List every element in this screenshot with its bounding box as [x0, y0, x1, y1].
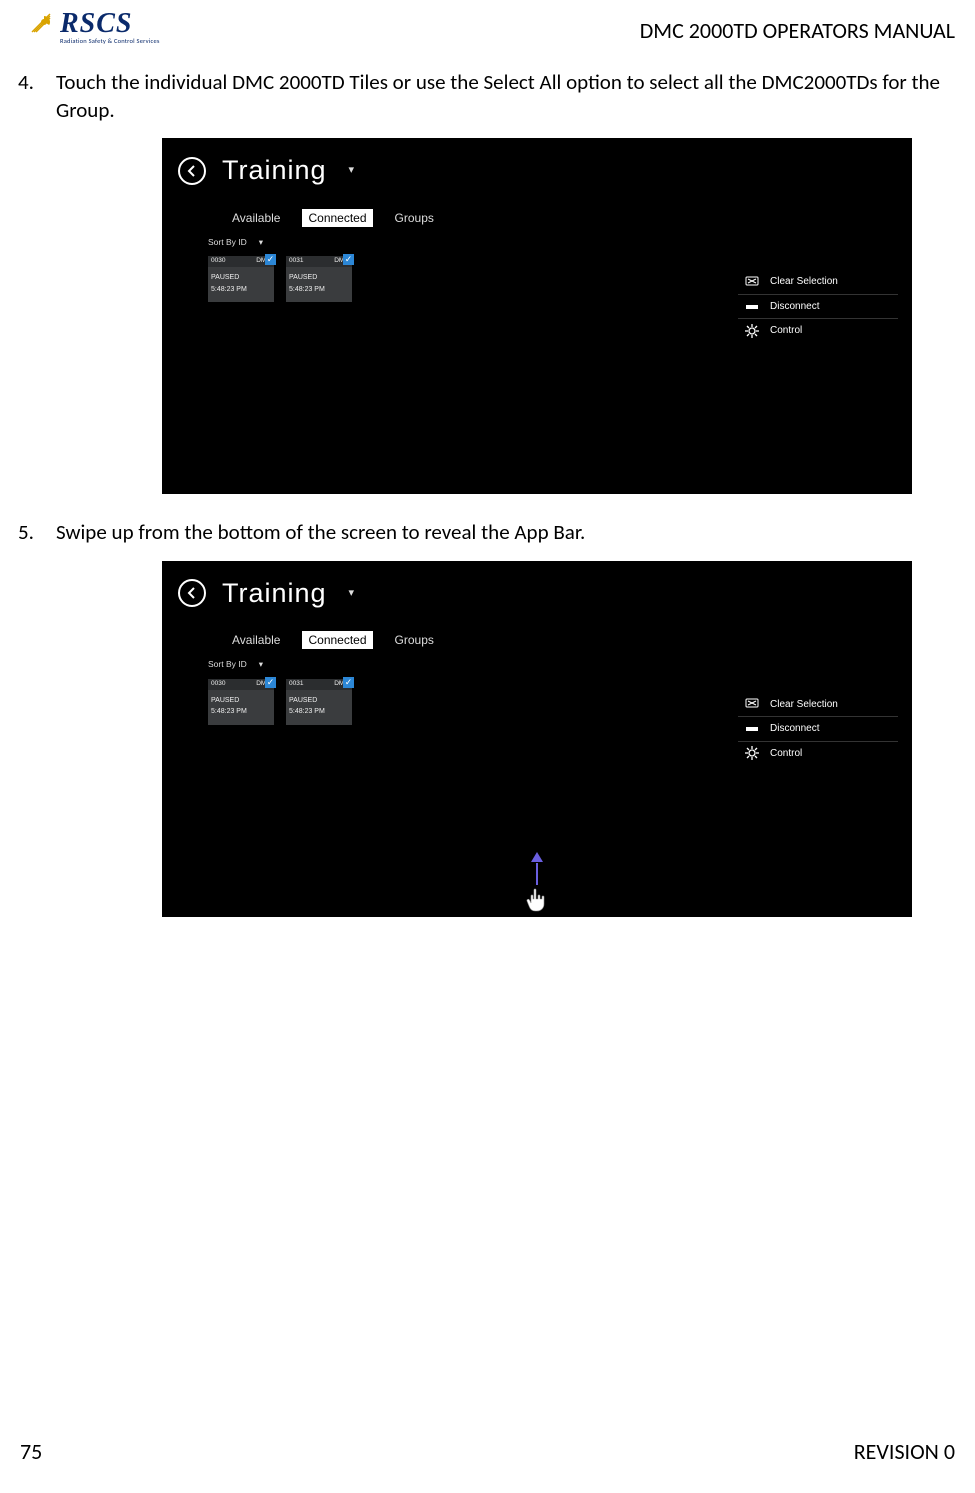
menu-label: Disconnect	[770, 722, 819, 736]
device-tile[interactable]: 0031 DMC ✓ PAUSED 5:48:23 PM	[286, 679, 352, 725]
menu-label: Clear Selection	[770, 698, 838, 712]
device-tile[interactable]: 0030 DMC ✓ PAUSED 5:48:23 PM	[208, 256, 274, 302]
tab-available[interactable]: Available	[232, 632, 280, 648]
tab-groups[interactable]: Groups	[395, 210, 434, 226]
tab-connected[interactable]: Connected	[302, 209, 372, 227]
tile-time: 5:48:23 PM	[286, 285, 352, 296]
chevron-down-icon[interactable]: ▾	[349, 163, 355, 178]
step-list: Touch the individual DMC 2000TD Tiles or…	[18, 68, 957, 917]
tile-status: PAUSED	[208, 690, 274, 707]
chevron-down-icon: ▾	[259, 237, 263, 248]
content: Touch the individual DMC 2000TD Tiles or…	[0, 46, 975, 917]
device-tile[interactable]: 0031 DMC ✓ PAUSED 5:48:23 PM	[286, 256, 352, 302]
check-icon: ✓	[265, 254, 276, 265]
control-button[interactable]: Control	[738, 742, 898, 766]
logo-sub: Radiation Safety & Control Services	[60, 38, 160, 45]
screenshot-1: Training ▾ Available Connected Groups So…	[162, 138, 912, 494]
sort-label: Sort By ID	[208, 237, 247, 248]
screenshot-2: Training ▾ Available Connected Groups So…	[162, 561, 912, 917]
page-number: 75	[20, 1437, 42, 1467]
screen-title: Training	[222, 575, 327, 611]
check-icon: ✓	[265, 677, 276, 688]
tabs: Available Connected Groups	[232, 631, 896, 649]
tile-id: 0030	[211, 680, 225, 689]
back-icon[interactable]	[178, 157, 206, 185]
logo-mark-icon	[28, 10, 56, 38]
tab-groups[interactable]: Groups	[395, 632, 434, 648]
step-4: Touch the individual DMC 2000TD Tiles or…	[18, 68, 957, 495]
tile-id: 0031	[289, 257, 303, 266]
check-icon: ✓	[343, 677, 354, 688]
menu-label: Disconnect	[770, 300, 819, 314]
tile-id: 0030	[211, 257, 225, 266]
tile-id: 0031	[289, 680, 303, 689]
step-text: Swipe up from the bottom of the screen t…	[56, 519, 585, 545]
page-footer: 75 REVISION 0	[0, 1437, 975, 1467]
disconnect-button[interactable]: Disconnect	[738, 295, 898, 320]
tile-status: PAUSED	[208, 267, 274, 284]
tab-available[interactable]: Available	[232, 210, 280, 226]
disconnect-icon	[744, 301, 760, 313]
tab-connected[interactable]: Connected	[302, 631, 372, 649]
check-icon: ✓	[343, 254, 354, 265]
device-tile[interactable]: 0030 DMC ✓ PAUSED 5:48:23 PM	[208, 679, 274, 725]
screen-title: Training	[222, 152, 327, 188]
doc-title: DMC 2000TD OPERATORS MANUAL	[640, 16, 955, 46]
gear-icon	[744, 747, 760, 759]
sort-label: Sort By ID	[208, 659, 247, 670]
step-5: Swipe up from the bottom of the screen t…	[18, 518, 957, 916]
tile-time: 5:48:23 PM	[286, 707, 352, 718]
tile-time: 5:48:23 PM	[208, 707, 274, 718]
screenshot-2-wrap: Training ▾ Available Connected Groups So…	[162, 561, 957, 917]
side-menu: Clear Selection Disconnect	[738, 270, 898, 343]
menu-label: Clear Selection	[770, 275, 838, 289]
clear-selection-button[interactable]: Clear Selection	[738, 270, 898, 295]
tabs: Available Connected Groups	[232, 209, 896, 227]
sort-row[interactable]: Sort By ID ▾	[208, 659, 896, 670]
disconnect-icon	[744, 723, 760, 735]
revision-label: REVISION 0	[854, 1437, 955, 1467]
clear-icon	[744, 276, 760, 288]
logo-text: RSCS Radiation Safety & Control Services	[60, 10, 160, 45]
logo-main: RSCS	[60, 10, 160, 38]
tile-time: 5:48:23 PM	[208, 285, 274, 296]
disconnect-button[interactable]: Disconnect	[738, 717, 898, 742]
sort-row[interactable]: Sort By ID ▾	[208, 237, 896, 248]
clear-icon	[744, 698, 760, 710]
tile-status: PAUSED	[286, 267, 352, 284]
clear-selection-button[interactable]: Clear Selection	[738, 693, 898, 718]
side-menu: Clear Selection Disconnect	[738, 693, 898, 766]
gear-icon	[744, 325, 760, 337]
tile-status: PAUSED	[286, 690, 352, 707]
page-header: RSCS Radiation Safety & Control Services…	[0, 0, 975, 46]
menu-label: Control	[770, 747, 802, 761]
screenshot-1-wrap: Training ▾ Available Connected Groups So…	[162, 138, 957, 494]
chevron-down-icon: ▾	[259, 659, 263, 670]
menu-label: Control	[770, 324, 802, 338]
logo: RSCS Radiation Safety & Control Services	[28, 10, 160, 45]
swipe-up-gesture-icon	[524, 852, 550, 913]
step-text: Touch the individual DMC 2000TD Tiles or…	[56, 69, 940, 123]
control-button[interactable]: Control	[738, 319, 898, 343]
chevron-down-icon[interactable]: ▾	[349, 586, 355, 601]
back-icon[interactable]	[178, 579, 206, 607]
